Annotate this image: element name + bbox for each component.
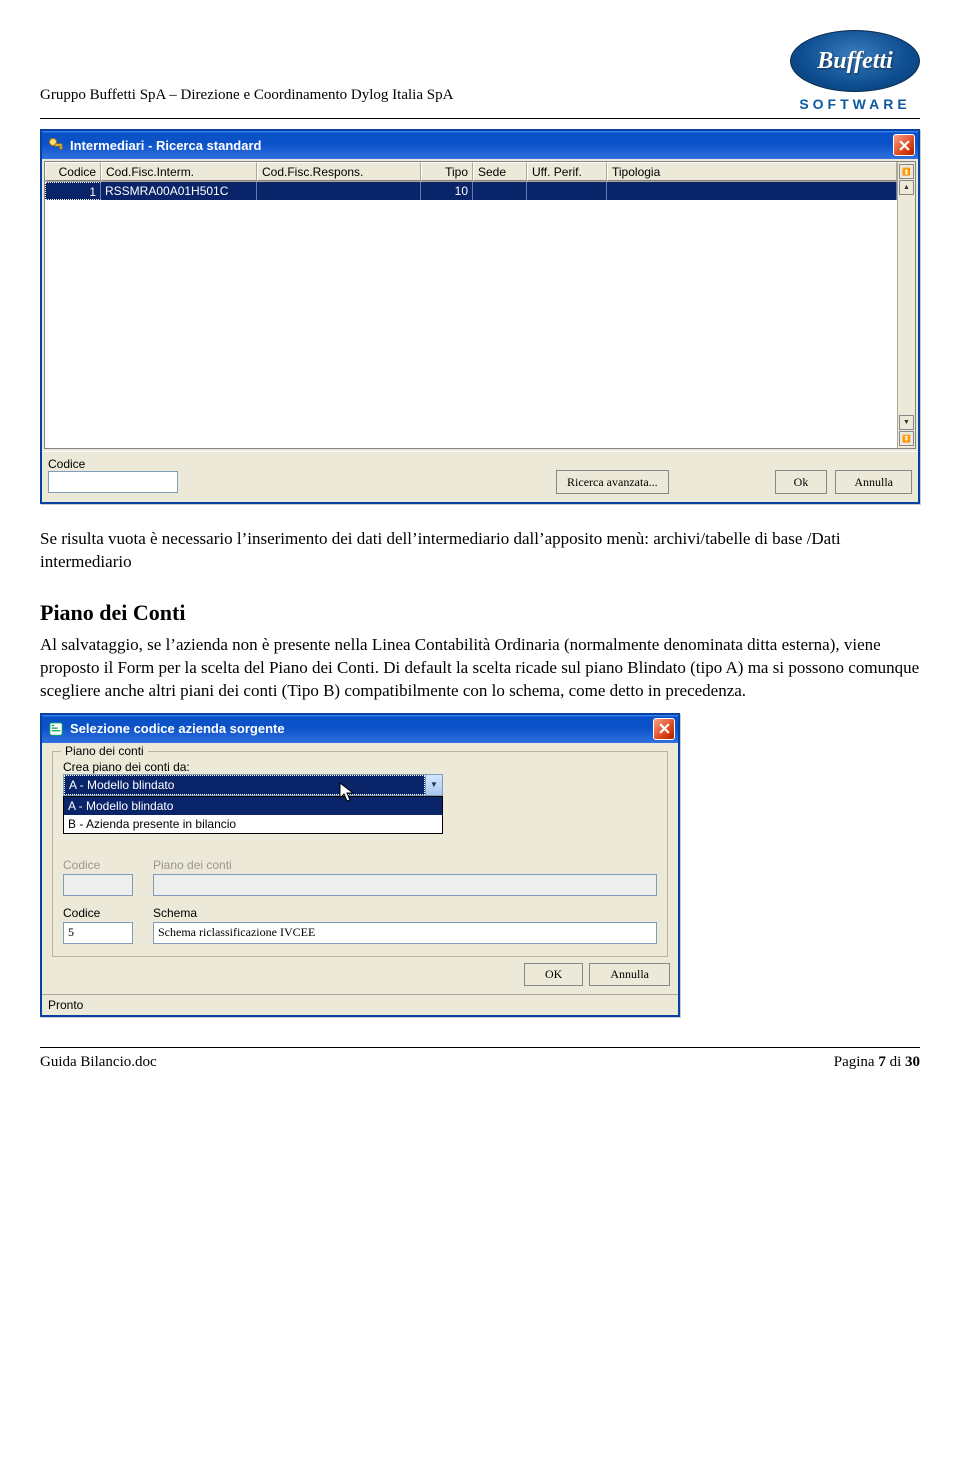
logo-wordmark: Buffetti [817, 48, 893, 75]
close-button[interactable] [653, 718, 675, 740]
schema-input[interactable] [153, 922, 657, 944]
piano-disabled-input [153, 874, 657, 896]
codice2-label: Codice [63, 906, 133, 920]
groupbox-title: Piano dei conti [61, 744, 148, 758]
heading-piano-dei-conti: Piano dei Conti [40, 600, 920, 626]
col-codfisc-respons[interactable]: Cod.Fisc.Respons. [257, 162, 421, 181]
ok-button[interactable]: Ok [775, 470, 828, 494]
titlebar: Selezione codice azienda sorgente [42, 715, 678, 743]
nav-first-icon[interactable]: ⏫ [899, 164, 914, 179]
dialog-title: Intermediari - Ricerca standard [70, 138, 261, 153]
nav-down-icon[interactable]: ▼ [899, 415, 914, 430]
disabled-field-row: Codice Piano dei conti [63, 858, 657, 896]
close-button[interactable] [893, 134, 915, 156]
close-icon [899, 140, 910, 151]
piano-combo[interactable]: A - Modello blindato ▼ A - Modello blind… [63, 774, 443, 796]
combo-selected-value: A - Modello blindato [64, 775, 425, 795]
nav-last-icon[interactable]: ⏬ [899, 431, 914, 446]
logo: Buffetti SOFTWARE [790, 30, 920, 112]
codice-disabled-input [63, 874, 133, 896]
cell-codice: 1 [45, 182, 101, 200]
nav-up-icon[interactable]: ▲ [899, 180, 914, 195]
codice-label: Codice [48, 457, 178, 471]
cell-tipologia [607, 182, 897, 200]
cell-codfisc-respons [257, 182, 421, 200]
page-header-company: Gruppo Buffetti SpA – Direzione e Coordi… [40, 87, 453, 112]
grid-header: Codice Cod.Fisc.Interm. Cod.Fisc.Respons… [45, 162, 897, 182]
col-sede[interactable]: Sede [473, 162, 527, 181]
footer-page: Pagina 7 di 30 [834, 1054, 920, 1071]
combo-dropdown: A - Modello blindato B - Azienda present… [63, 796, 443, 834]
dialog-title: Selezione codice azienda sorgente [70, 721, 285, 736]
codice-input[interactable] [48, 471, 178, 493]
dialog-bottom-bar: Codice Ricerca avanzata... Ok Annulla [42, 451, 918, 502]
annulla-button[interactable]: Annulla [835, 470, 912, 494]
logo-oval: Buffetti [790, 30, 920, 92]
footer-divider [40, 1047, 920, 1048]
col-codfisc-interm[interactable]: Cod.Fisc.Interm. [101, 162, 257, 181]
key-icon [48, 137, 64, 153]
dialog-selezione-codice: Selezione codice azienda sorgente Piano … [40, 713, 680, 1017]
cell-uff [527, 182, 607, 200]
chevron-down-icon[interactable]: ▼ [425, 775, 442, 795]
ok-button[interactable]: OK [524, 963, 583, 986]
cell-tipo: 10 [421, 182, 473, 200]
ricerca-avanzata-button[interactable]: Ricerca avanzata... [556, 470, 669, 494]
paragraph-1: Se risulta vuota è necessario l’inserime… [40, 528, 920, 574]
header-divider [40, 118, 920, 119]
dropdown-option-a[interactable]: A - Modello blindato [64, 797, 442, 815]
grid-nav-buttons: ⏫ ▲ ▼ ⏬ [897, 162, 915, 448]
schema-field-row: Codice Schema [63, 906, 657, 944]
annulla-button[interactable]: Annulla [589, 963, 670, 986]
dropdown-option-b[interactable]: B - Azienda presente in bilancio [64, 815, 442, 833]
col-tipologia[interactable]: Tipologia [607, 162, 897, 181]
groupbox-piano-dei-conti: Piano dei conti Crea piano dei conti da:… [52, 751, 668, 957]
col-codice[interactable]: Codice [45, 162, 101, 181]
titlebar: Intermediari - Ricerca standard [42, 131, 918, 159]
app-icon [48, 721, 64, 737]
col-tipo[interactable]: Tipo [421, 162, 473, 181]
col-uff-perif[interactable]: Uff. Perif. [527, 162, 607, 181]
footer-doc-name: Guida Bilancio.doc [40, 1054, 157, 1071]
status-bar: Pronto [42, 994, 678, 1015]
dialog-intermediari: Intermediari - Ricerca standard Codice C… [40, 129, 920, 504]
codice-disabled-label: Codice [63, 858, 133, 872]
crea-piano-label: Crea piano dei conti da: [63, 760, 657, 774]
piano-disabled-label: Piano dei conti [153, 858, 657, 872]
table-row[interactable]: 1 RSSMRA00A01H501C 10 [45, 182, 897, 200]
close-icon [659, 723, 670, 734]
paragraph-2: Al salvataggio, se l’azienda non è prese… [40, 634, 920, 703]
codice2-input[interactable] [63, 922, 133, 944]
results-grid[interactable]: Codice Cod.Fisc.Interm. Cod.Fisc.Respons… [44, 161, 916, 449]
cursor-icon [339, 782, 357, 804]
schema-label: Schema [153, 906, 657, 920]
logo-subtitle: SOFTWARE [790, 96, 920, 112]
cell-sede [473, 182, 527, 200]
cell-codfisc-interm: RSSMRA00A01H501C [101, 182, 257, 200]
